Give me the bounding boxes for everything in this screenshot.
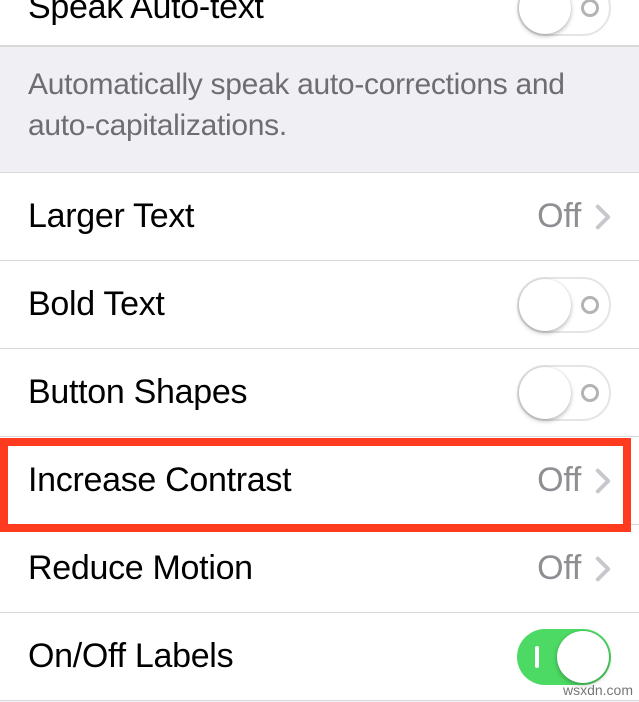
footer-speak-auto-text: Automatically speak auto-corrections and… [0,46,639,172]
label-increase-contrast: Increase Contrast [28,461,537,500]
row-increase-contrast[interactable]: Increase Contrast Off [0,437,639,525]
toggle-knob [557,631,609,683]
toggle-off-indicator [581,384,599,402]
label-speak-auto-text: Speak Auto-text [28,0,517,27]
row-button-shapes[interactable]: Button Shapes [0,349,639,437]
toggle-knob [519,0,571,34]
value-larger-text: Off [537,197,581,236]
value-reduce-motion: Off [537,549,581,588]
row-on-off-labels[interactable]: On/Off Labels [0,613,639,701]
row-larger-text[interactable]: Larger Text Off [0,173,639,261]
footer-text: Automatically speak auto-corrections and… [28,65,611,146]
chevron-right-icon [595,556,611,582]
group-speech: Speak Auto-text [0,0,639,46]
label-bold-text: Bold Text [28,285,517,324]
row-bold-text[interactable]: Bold Text [0,261,639,349]
value-increase-contrast: Off [537,461,581,500]
chevron-right-icon [595,468,611,494]
row-reduce-motion[interactable]: Reduce Motion Off [0,525,639,613]
toggle-knob [519,279,571,331]
chevron-right-icon [595,204,611,230]
label-larger-text: Larger Text [28,197,537,236]
toggle-on-off-labels[interactable] [517,629,611,685]
group-vision: Larger Text Off Bold Text Button Shapes … [0,172,639,701]
toggle-button-shapes[interactable] [517,365,611,421]
toggle-off-indicator [581,0,599,17]
toggle-off-indicator [581,296,599,314]
label-reduce-motion: Reduce Motion [28,549,537,588]
watermark: wsxdn.com [563,682,633,698]
toggle-on-indicator [535,646,539,668]
label-button-shapes: Button Shapes [28,373,517,412]
row-speak-auto-text[interactable]: Speak Auto-text [0,0,639,46]
toggle-speak-auto-text[interactable] [517,0,611,36]
label-on-off-labels: On/Off Labels [28,637,517,676]
toggle-bold-text[interactable] [517,277,611,333]
toggle-knob [519,367,571,419]
